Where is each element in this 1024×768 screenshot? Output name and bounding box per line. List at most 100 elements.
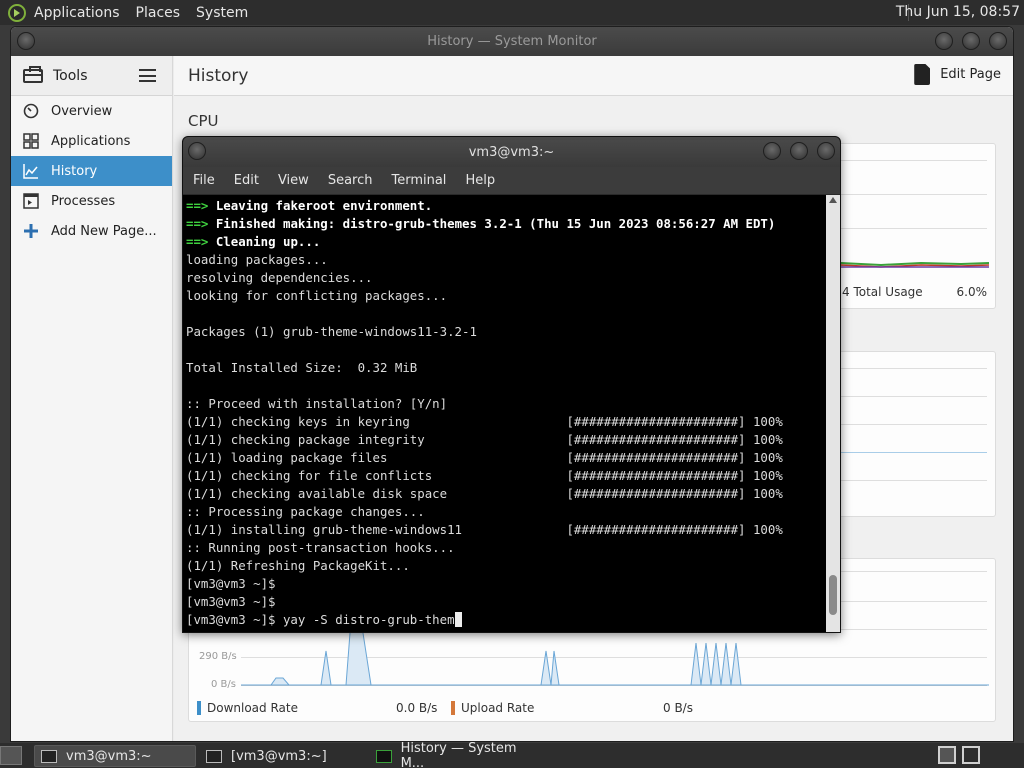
sidebar-item-label: Overview	[51, 103, 113, 119]
distro-logo-icon[interactable]	[8, 3, 26, 22]
cpu-legend-label: 4 Total Usage	[842, 285, 923, 299]
terminal-line: ==> Cleaning up...	[186, 234, 321, 249]
terminal-menu-view[interactable]: View	[278, 173, 309, 188]
y-tick-label: 290 B/s	[199, 651, 237, 662]
scrollbar-thumb[interactable]	[829, 575, 837, 615]
cpu-legend-value: 6.0%	[956, 285, 988, 299]
terminal-menu-help[interactable]: Help	[465, 173, 495, 188]
edit-page-label: Edit Page	[940, 67, 1001, 82]
clock[interactable]: Thu Jun 15, 08:57	[896, 4, 1020, 20]
terminal-menu-terminal[interactable]: Terminal	[391, 173, 446, 188]
terminal-line: Total Installed Size: 0.32 MiB	[186, 360, 418, 375]
close-button[interactable]	[989, 32, 1007, 50]
overview-icon	[23, 103, 39, 119]
minimize-button[interactable]	[935, 32, 953, 50]
plus-icon	[23, 223, 39, 239]
document-icon	[914, 64, 931, 85]
sidebar-item-applications[interactable]: Applications	[11, 126, 172, 156]
page-title: History	[188, 65, 249, 86]
cpu-section-title: CPU	[188, 112, 219, 130]
sidebar-item-label: Processes	[51, 193, 116, 209]
toolbox-icon	[23, 65, 43, 83]
window-title: History — System Monitor	[427, 34, 597, 49]
download-rate-value: 0.0 B/s	[396, 701, 438, 715]
task-label: History — System M...	[400, 741, 517, 768]
terminal-line: ==> Finished making: distro-grub-themes …	[186, 216, 776, 231]
terminal-maximize-button[interactable]	[790, 142, 808, 160]
terminal-title: vm3@vm3:~	[468, 144, 555, 160]
window-menu-button[interactable]	[17, 32, 35, 50]
upload-swatch	[451, 701, 455, 715]
terminal-line: (1/1) checking available disk space [###…	[186, 486, 783, 501]
history-chart-icon	[23, 163, 39, 179]
terminal-icon	[41, 749, 57, 763]
terminal-line: looking for conflicting packages...	[186, 288, 448, 303]
terminal-line: (1/1) checking package integrity [######…	[186, 432, 783, 447]
terminal-menu-search[interactable]: Search	[328, 173, 373, 188]
show-desktop-button[interactable]	[0, 746, 22, 765]
system-monitor-titlebar[interactable]: History — System Monitor	[11, 27, 1013, 56]
terminal-output[interactable]: ==> Leaving fakeroot environment. ==> Fin…	[186, 197, 826, 632]
task-label: vm3@vm3:~	[66, 748, 152, 764]
terminal-line: (1/1) installing grub-theme-windows11 [#…	[186, 522, 783, 537]
terminal-menu-file[interactable]: File	[193, 173, 215, 188]
task-system-monitor[interactable]: History — System M...	[370, 741, 540, 768]
sidebar-item-label: History	[51, 163, 98, 179]
y-tick-label: 0 B/s	[211, 679, 236, 690]
menu-applications[interactable]: Applications	[34, 5, 120, 21]
terminal-window: vm3@vm3:~ File Edit View Search Terminal…	[182, 136, 841, 633]
task-terminal[interactable]: vm3@vm3:~	[34, 745, 196, 767]
sidebar-item-label: Applications	[51, 133, 131, 149]
sidebar: Tools Overview Applications History Proc…	[11, 56, 173, 741]
download-rate-legend: Download Rate	[197, 701, 298, 715]
sidebar-item-history[interactable]: History	[11, 156, 172, 186]
terminal-line: :: Processing package changes...	[186, 504, 425, 519]
terminal-line: :: Proceed with installation? [Y/n]	[186, 396, 448, 411]
terminal-cursor	[454, 612, 462, 627]
workspace-2[interactable]	[962, 746, 980, 764]
terminal-line: [vm3@vm3 ~]$	[186, 594, 276, 609]
scroll-up-arrow-icon[interactable]	[829, 197, 837, 203]
menu-system[interactable]: System	[196, 5, 248, 21]
upload-rate-value: 0 B/s	[663, 701, 693, 715]
terminal-line: [vm3@vm3 ~]$	[186, 576, 276, 591]
terminal-window-menu-button[interactable]	[188, 142, 206, 160]
download-swatch	[197, 701, 201, 715]
terminal-close-button[interactable]	[817, 142, 835, 160]
page-header: History Edit Page	[174, 56, 1013, 96]
sidebar-item-processes[interactable]: Processes	[11, 186, 172, 216]
terminal-line: :: Running post-transaction hooks...	[186, 540, 455, 555]
terminal-line: ==> Leaving fakeroot environment.	[186, 198, 433, 213]
maximize-button[interactable]	[962, 32, 980, 50]
taskbar: vm3@vm3:~ [vm3@vm3:~] History — System M…	[0, 741, 1024, 768]
task-label: [vm3@vm3:~]	[231, 748, 327, 764]
terminal-line: (1/1) checking for file conflicts [#####…	[186, 468, 783, 483]
terminal-line: resolving dependencies...	[186, 270, 373, 285]
edit-page-button[interactable]: Edit Page	[914, 64, 1001, 85]
terminal-line: (1/1) Refreshing PackageKit...	[186, 558, 410, 573]
workspace-1[interactable]	[938, 746, 956, 764]
processes-icon	[23, 193, 39, 209]
terminal-line: Packages (1) grub-theme-windows11-3.2-1	[186, 324, 477, 339]
terminal-titlebar[interactable]: vm3@vm3:~	[183, 137, 840, 167]
hamburger-menu-icon[interactable]	[139, 69, 156, 82]
sidebar-item-label: Add New Page...	[51, 223, 157, 239]
task-terminal-2[interactable]: [vm3@vm3:~]	[200, 745, 370, 767]
terminal-scrollbar[interactable]	[826, 195, 840, 632]
applications-grid-icon	[23, 133, 39, 149]
menu-places[interactable]: Places	[136, 5, 181, 21]
terminal-icon	[206, 749, 222, 763]
terminal-line: [vm3@vm3 ~]$ yay -S distro-grub-them	[186, 611, 826, 629]
sidebar-item-add-new-page[interactable]: Add New Page...	[11, 216, 172, 246]
sidebar-item-overview[interactable]: Overview	[11, 96, 172, 126]
terminal-menu-edit[interactable]: Edit	[234, 173, 259, 188]
system-monitor-icon	[376, 749, 392, 763]
terminal-line: loading packages...	[186, 252, 328, 267]
sidebar-title: Tools	[53, 67, 88, 84]
terminal-line: (1/1) loading package files [###########…	[186, 450, 783, 465]
terminal-minimize-button[interactable]	[763, 142, 781, 160]
sidebar-header: Tools	[11, 56, 172, 96]
